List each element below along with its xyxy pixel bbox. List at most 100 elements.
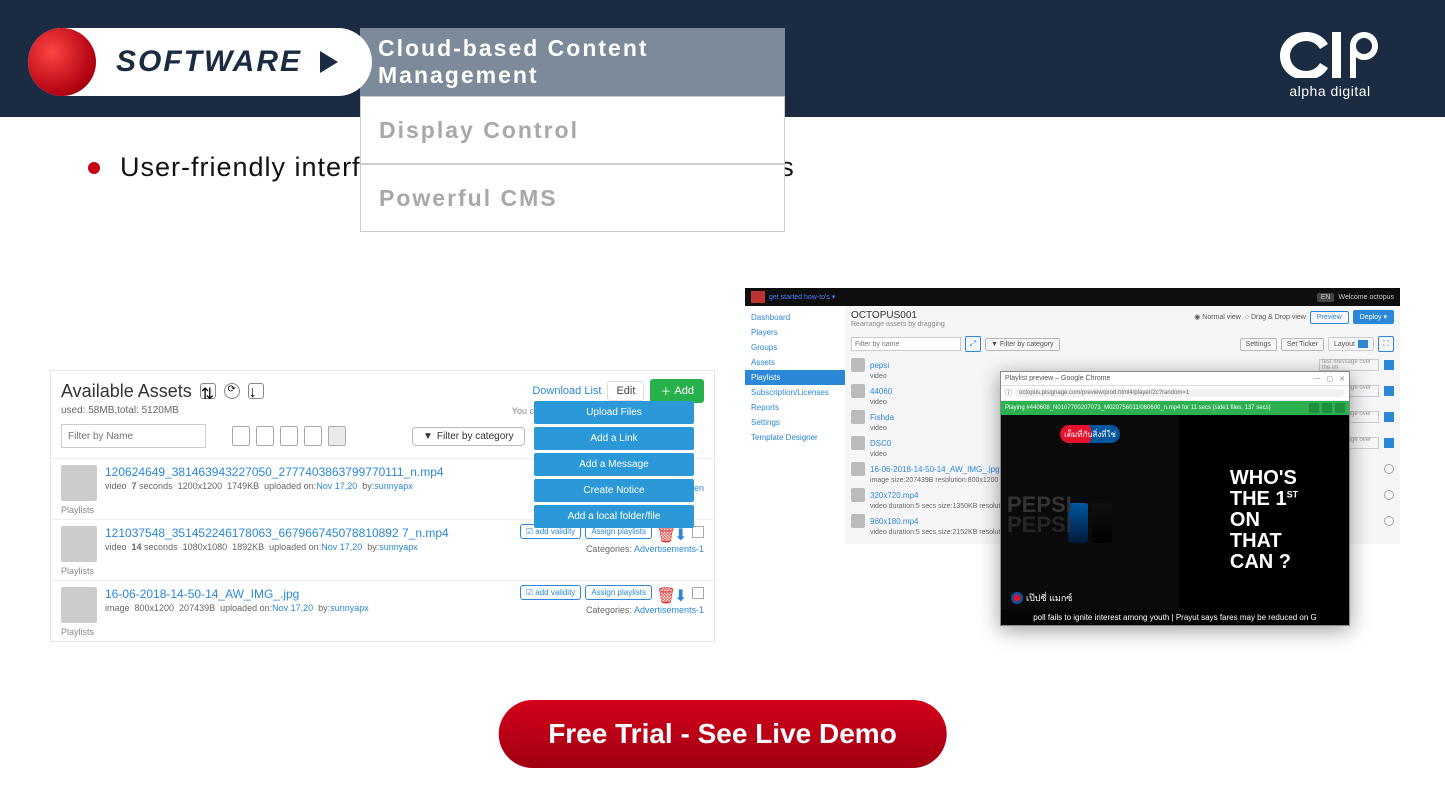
- delete-icon[interactable]: 🗑: [656, 586, 670, 600]
- tab-powerful-cms[interactable]: Powerful CMS: [360, 164, 785, 232]
- rs-fullscreen-icon[interactable]: ⛶: [1378, 336, 1394, 352]
- playlist-app: get started how-to's ▾ ENWelcome octopus…: [745, 288, 1400, 544]
- edit-button[interactable]: Edit: [607, 381, 644, 401]
- add-button[interactable]: ＋Add: [650, 379, 704, 403]
- deploy-button[interactable]: Deploy ▾: [1353, 310, 1394, 324]
- row-check-icon[interactable]: [1384, 360, 1394, 370]
- asset-filename[interactable]: 120624649_381463943227050_27774038637997…: [105, 465, 444, 479]
- bullet-dot-icon: [88, 162, 100, 174]
- checkbox[interactable]: [692, 587, 704, 599]
- rs-filter-name-input[interactable]: [851, 337, 961, 351]
- banner-btn-1[interactable]: [1309, 403, 1319, 413]
- nav-template-designer[interactable]: Template Designer: [745, 430, 845, 445]
- pepsi-bg-text: PEPSIPEPSI: [1007, 495, 1072, 535]
- preview-button[interactable]: Preview: [1310, 311, 1349, 324]
- app-top-link[interactable]: get started how-to's ▾: [769, 293, 835, 301]
- dd-add-message[interactable]: Add a Message: [534, 453, 694, 476]
- can-black-icon: [1092, 503, 1112, 543]
- nav-playlists[interactable]: Playlists: [745, 370, 845, 385]
- software-tab: SOFTWARE: [28, 28, 372, 96]
- file-type-icon-2[interactable]: [256, 426, 274, 446]
- cans-graphic: [1068, 503, 1112, 543]
- preview-popup: Playlist preview – Google Chrome — ▢ ✕ ⓘ o…: [1000, 371, 1350, 626]
- normal-view-radio[interactable]: ◉ Normal view: [1194, 313, 1241, 321]
- ad-ticker: poll fails to ignite interest among yout…: [1001, 610, 1349, 625]
- ad-headline: WHO'S THE 1ST ON THAT CAN ?: [1230, 468, 1298, 573]
- popup-close-icon[interactable]: ✕: [1339, 375, 1345, 383]
- popup-maximize-icon[interactable]: ▢: [1327, 375, 1334, 383]
- rs-filter-category-button[interactable]: ▼ Filter by category: [985, 338, 1060, 351]
- brand-logo: alpha digital: [1270, 18, 1390, 99]
- dd-upload-files[interactable]: Upload Files: [534, 401, 694, 424]
- banner-btn-3[interactable]: [1335, 403, 1345, 413]
- asset-filename[interactable]: 16-06-2018-14-50-14_AW_IMG_.jpg: [105, 587, 369, 601]
- rs-expand-icon[interactable]: ⤢: [965, 336, 981, 352]
- playlist-title: OCTOPUS001: [851, 310, 945, 321]
- dd-add-link[interactable]: Add a Link: [534, 427, 694, 450]
- sort-icon[interactable]: ⇅: [200, 383, 216, 399]
- file-type-icon-1[interactable]: [232, 426, 250, 446]
- filter-by-category-button[interactable]: ▼Filter by category: [412, 427, 525, 446]
- lang-badge[interactable]: EN: [1317, 293, 1335, 302]
- nav-subscription-licenses[interactable]: Subscription/Licenses: [745, 385, 845, 400]
- row-check-icon[interactable]: [1384, 412, 1394, 422]
- row-radio[interactable]: [1384, 464, 1394, 474]
- row-thumb: [851, 514, 865, 528]
- sort-desc-icon[interactable]: ↓: [248, 383, 264, 399]
- dragdrop-view-radio[interactable]: ○ Drag & Drop view: [1245, 314, 1306, 321]
- file-type-icon-4[interactable]: [304, 426, 322, 446]
- app-topbar: get started how-to's ▾ ENWelcome octopus: [745, 288, 1400, 306]
- row-check-icon[interactable]: [1384, 438, 1394, 448]
- asset-meta: video 7 seconds 1200x1200 1749KB uploade…: [105, 481, 444, 491]
- pepsi-max-thai: เป๊ปซี่ แมกซ์: [1011, 591, 1072, 605]
- row-radio[interactable]: [1384, 516, 1394, 526]
- tab-display-control[interactable]: Display Control: [360, 96, 785, 164]
- file-type-icon-3[interactable]: [280, 426, 298, 446]
- header: SOFTWARE Cloud-based Content Management …: [0, 0, 1445, 117]
- popup-title: Playlist preview – Google Chrome: [1005, 375, 1110, 382]
- refresh-icon[interactable]: ⟳: [224, 383, 240, 399]
- row-thumb: [851, 358, 865, 372]
- popup-minimize-icon[interactable]: —: [1314, 375, 1321, 383]
- asset-thumb: [61, 526, 97, 562]
- nav-dashboard[interactable]: Dashboard: [745, 310, 845, 325]
- asset-filename[interactable]: 121037548_351452246178063_66796674507881…: [105, 526, 449, 540]
- asset-categories: Categories: Advertisements-1: [586, 544, 704, 554]
- dd-add-local[interactable]: Add a local folder/file: [534, 505, 694, 528]
- nav-assets[interactable]: Assets: [745, 355, 845, 370]
- row-thumb: [851, 436, 865, 450]
- banner-btn-2[interactable]: [1322, 403, 1332, 413]
- asset-thumb: [61, 465, 97, 501]
- nav-groups[interactable]: Groups: [745, 340, 845, 355]
- download-list-link[interactable]: Download List: [532, 385, 601, 397]
- nav-reports[interactable]: Reports: [745, 400, 845, 415]
- nav-settings[interactable]: Settings: [745, 415, 845, 430]
- file-type-icon-5[interactable]: [328, 426, 346, 446]
- rs-set-ticker-button[interactable]: Set Ticker: [1281, 338, 1324, 351]
- side-nav: DashboardPlayersGroupsAssetsPlaylistsSub…: [745, 306, 845, 544]
- nav-players[interactable]: Players: [745, 325, 845, 340]
- free-trial-cta[interactable]: Free Trial - See Live Demo: [498, 700, 947, 768]
- add-validity-button[interactable]: ☑ add validity: [520, 585, 581, 600]
- rs-settings-button[interactable]: Settings: [1240, 338, 1277, 351]
- download-icon[interactable]: ⬇: [674, 586, 688, 600]
- row-check-icon[interactable]: [1384, 386, 1394, 396]
- software-label: SOFTWARE: [116, 45, 302, 79]
- asset-row[interactable]: ☑ add validity Assign playlists 🗑 ⬇ 16-0…: [51, 580, 714, 641]
- welcome-text: Welcome octopus: [1338, 294, 1394, 301]
- dd-create-notice[interactable]: Create Notice: [534, 479, 694, 502]
- playlist-subtitle: Rearrange assets by dragging: [851, 321, 945, 328]
- row-name[interactable]: pepsi: [870, 361, 1314, 370]
- assets-title: Available Assets: [61, 381, 192, 402]
- row-thumb: [851, 384, 865, 398]
- play-triangle-icon: [320, 51, 338, 73]
- row-radio[interactable]: [1384, 490, 1394, 500]
- rs-layout-button[interactable]: Layout: [1328, 337, 1374, 351]
- filter-by-name-input[interactable]: [61, 424, 206, 448]
- row-message-input[interactable]: test message over the im: [1319, 359, 1379, 371]
- tab-cloud-content[interactable]: Cloud-based Content Management: [360, 28, 785, 96]
- playing-banner: Playing #440608_N0107700207073_M02075601…: [1001, 401, 1349, 415]
- assign-playlists-button[interactable]: Assign playlists: [585, 585, 652, 600]
- info-icon[interactable]: ⓘ: [1005, 388, 1012, 398]
- popup-url[interactable]: octopus.pisignage.com/preview/prod.html4…: [1015, 389, 1345, 397]
